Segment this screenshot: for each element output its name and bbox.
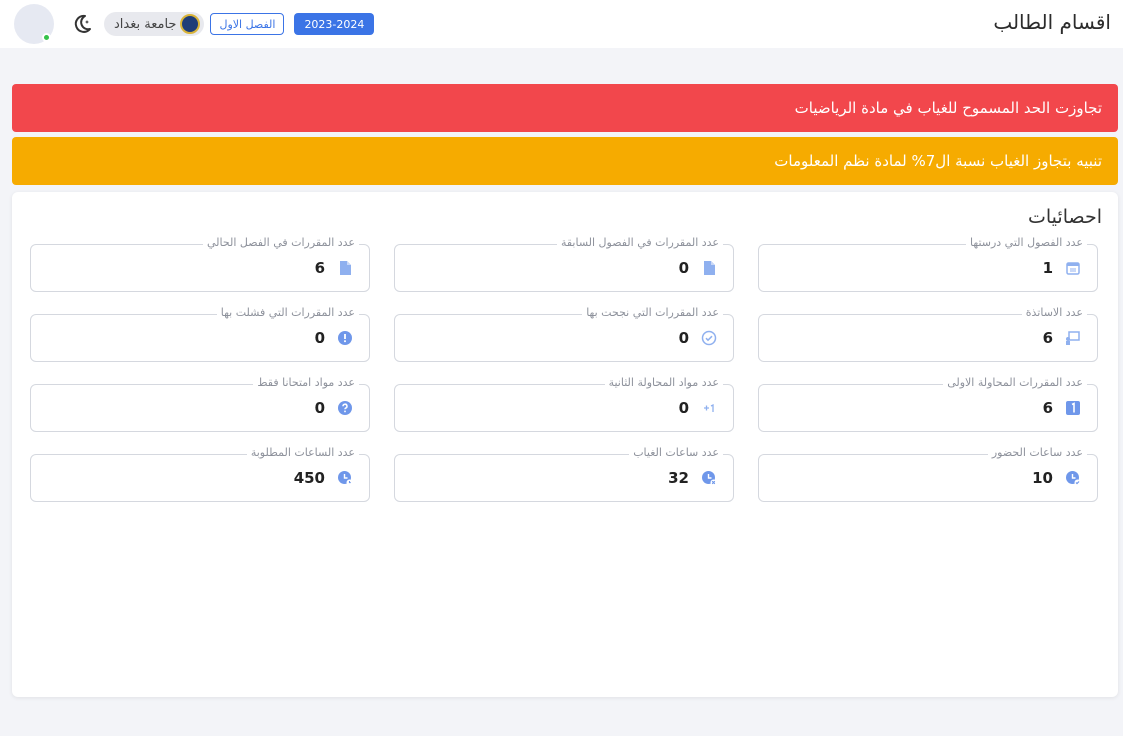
stat-label: عدد الفصول التي درستها (966, 236, 1087, 249)
stat-passed-courses: عدد المقررات التي نجحت بها 0 (394, 306, 734, 362)
stat-teachers: عدد الاساتذة 6 (758, 306, 1098, 362)
page-title: اقسام الطالب (993, 10, 1111, 34)
university-name: جامعة بغداد (114, 16, 177, 32)
stat-failed-courses: عدد المقررات التي فشلت بها 0 (30, 306, 370, 362)
stat-value: 10 (1032, 469, 1053, 487)
stat-value: 0 (678, 399, 689, 417)
user-avatar[interactable] (14, 4, 54, 44)
stat-value: 32 (668, 469, 689, 487)
clock-x-icon (702, 471, 717, 486)
stat-required-hours: عدد الساعات المطلوبة 450 (30, 446, 370, 502)
stat-value: 6 (1042, 329, 1053, 347)
dark-mode-toggle-icon[interactable] (70, 12, 94, 36)
info-circle-icon (338, 331, 352, 345)
statistics-grid: عدد الفصول التي درستها 1 عدد المقررات في… (30, 236, 1098, 502)
stat-exam-only-courses: عدد مواد امتحانا فقط 0 (30, 376, 370, 432)
question-circle-icon (338, 401, 352, 415)
file-icon (340, 261, 351, 275)
stat-value: 0 (314, 399, 325, 417)
stat-current-courses: عدد المقررات في الفصل الحالي 6 (30, 236, 370, 292)
stat-value: 450 (293, 469, 325, 487)
check-circle-icon (701, 330, 717, 346)
stat-value: 6 (1042, 399, 1053, 417)
stat-absence-hours: عدد ساعات الغياب 32 (394, 446, 734, 502)
statistics-title: احصائيات (1028, 206, 1102, 228)
stat-label: عدد المقررات في الفصول السابقة (556, 236, 723, 249)
stat-attendance-hours: عدد ساعات الحضور 10 (758, 446, 1098, 502)
university-logo-icon (180, 14, 201, 34)
number-one-icon (1066, 401, 1080, 415)
stat-value: 1 (1042, 259, 1053, 277)
stat-label: عدد المقررات المحاولة الاولى (943, 376, 1087, 389)
stat-value: 0 (678, 329, 689, 347)
semester-badge: الفصل الاول (210, 13, 285, 35)
top-bar: اقسام الطالب جامعة بغداد الفصل الاول 202… (0, 0, 1123, 48)
stat-label: عدد ساعات الحضور (987, 446, 1087, 459)
alert-text: تنبيه بتجاوز الغياب نسبة ال7% لمادة نظم … (774, 152, 1102, 170)
stat-semesters-studied: عدد الفصول التي درستها 1 (758, 236, 1098, 292)
alert-text: تجاوزت الحد المسموح للغياب في مادة الريا… (794, 99, 1102, 117)
stat-label: عدد المقررات التي فشلت بها (216, 306, 359, 319)
absence-warning-alert: تنبيه بتجاوز الغياب نسبة ال7% لمادة نظم … (12, 137, 1118, 185)
stat-label: عدد مواد امتحانا فقط (253, 376, 359, 389)
academic-year-badge: 2023-2024 (294, 13, 375, 35)
stat-label: عدد مواد المحاولة الثانية (604, 376, 723, 389)
stat-value: 0 (678, 259, 689, 277)
clock-check-icon (1066, 471, 1081, 486)
stat-second-attempt-courses: عدد مواد المحاولة الثانية 0 (394, 376, 734, 432)
statistics-card: احصائيات عدد الفصول التي درستها 1 عدد ال… (12, 192, 1118, 697)
stat-value: 6 (314, 259, 325, 277)
online-status-dot (42, 33, 51, 42)
stat-label: عدد ساعات الغياب (629, 446, 723, 459)
stat-label: عدد المقررات في الفصل الحالي (203, 236, 359, 249)
stat-first-attempt-courses: عدد المقررات المحاولة الاولى 6 (758, 376, 1098, 432)
university-pill: جامعة بغداد (104, 12, 205, 36)
stat-label: عدد الساعات المطلوبة (246, 446, 359, 459)
stat-previous-courses: عدد المقررات في الفصول السابقة 0 (394, 236, 734, 292)
stat-label: عدد الاساتذة (1021, 306, 1087, 319)
plus-one-icon (704, 403, 714, 412)
stat-label: عدد المقررات التي نجحت بها (582, 306, 723, 319)
stat-value: 0 (314, 329, 325, 347)
top-bar-actions: جامعة بغداد الفصل الاول 2023-2024 (14, 4, 375, 44)
calendar-icon (1066, 262, 1080, 275)
presentation-icon (1066, 331, 1080, 345)
file-icon (704, 261, 715, 275)
absence-limit-alert: تجاوزت الحد المسموح للغياب في مادة الريا… (12, 84, 1118, 132)
clock-icon (338, 471, 353, 486)
